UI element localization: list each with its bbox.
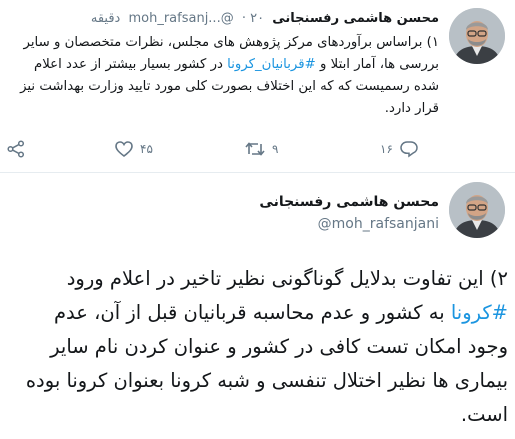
tweet-actions: ۴۵ ۹ ۱۶ bbox=[0, 136, 515, 162]
retweet-count: ۹ bbox=[272, 142, 279, 156]
tweet-text-part: ۲) این تفاوت بدلایل گوناگونی نظیر تاخیر … bbox=[66, 267, 508, 290]
reply-icon bbox=[400, 141, 418, 158]
tweet-2-text: ۲) این تفاوت بدلایل گوناگونی نظیر تاخیر … bbox=[12, 262, 508, 432]
avatar[interactable] bbox=[449, 182, 505, 238]
author-handle[interactable]: moh_rafsanj...@ bbox=[128, 11, 233, 26]
tweet-divider bbox=[0, 172, 515, 173]
tweet-text-part: به کشور و عدم محاسبه قربانیان قبل از آن،… bbox=[25, 301, 508, 426]
avatar[interactable] bbox=[449, 8, 505, 64]
like-icon bbox=[115, 141, 133, 158]
share-icon bbox=[7, 140, 25, 158]
avatar-portrait-image bbox=[449, 182, 505, 238]
separator-dot: · bbox=[241, 11, 246, 26]
like-count: ۴۵ bbox=[140, 142, 153, 156]
retweet-button[interactable]: ۹ bbox=[244, 136, 278, 162]
like-button[interactable]: ۴۵ bbox=[114, 136, 153, 162]
retweet-icon bbox=[245, 142, 265, 156]
author-name[interactable]: محسن هاشمی رفسنجانی bbox=[272, 11, 439, 26]
tweet-1[interactable]: محسن هاشمی رفسنجانی moh_rafsanj...@ · ۲۰… bbox=[0, 0, 515, 172]
tweet-1-text: ۱) براساس برآوردهای مرکز پژوهش های مجلس،… bbox=[9, 32, 439, 120]
tweet-1-header: محسن هاشمی رفسنجانی moh_rafsanj...@ · ۲۰… bbox=[9, 10, 439, 28]
avatar-portrait-image bbox=[449, 8, 505, 64]
reply-button[interactable]: ۱۶ bbox=[380, 136, 419, 162]
reply-count: ۱۶ bbox=[380, 142, 393, 156]
tweet-thread-screenshot: محسن هاشمی رفسنجانی moh_rafsanj...@ · ۲۰… bbox=[0, 0, 515, 439]
author-name[interactable]: محسن هاشمی رفسنجانی bbox=[139, 193, 439, 211]
author-handle[interactable]: @moh_rafsanjani bbox=[139, 215, 439, 233]
share-button[interactable] bbox=[6, 136, 26, 162]
hashtag-link[interactable]: #قربانیان_کرونا bbox=[227, 57, 316, 72]
hashtag-link[interactable]: #کرونا bbox=[451, 301, 508, 324]
